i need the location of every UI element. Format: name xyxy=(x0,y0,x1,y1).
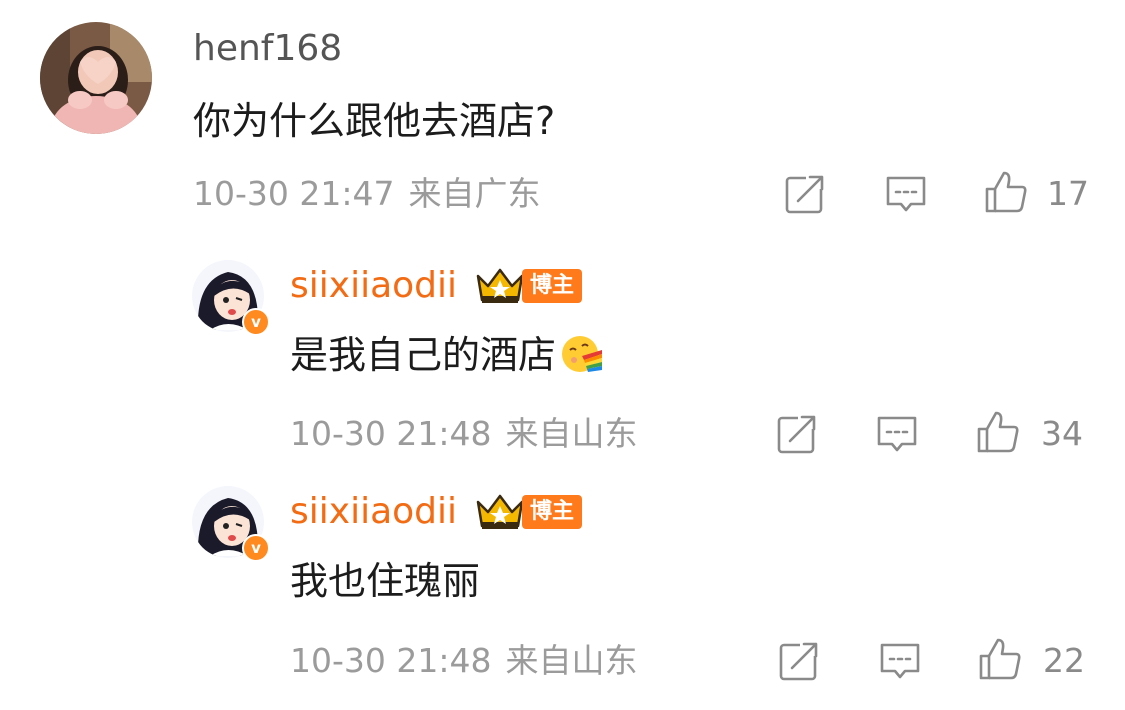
username[interactable]: siixiiaodii xyxy=(290,490,457,534)
avatar[interactable] xyxy=(40,22,152,134)
like-button[interactable] xyxy=(983,169,1029,215)
share-button[interactable] xyxy=(776,638,822,684)
reply-icon xyxy=(886,176,926,212)
share-button[interactable] xyxy=(774,411,820,457)
reply-item: v siixiiaodii 博主 是我自己的酒店 10-30 21:48 来自山… xyxy=(0,240,1125,470)
comment-location: 来自广东 xyxy=(408,174,541,213)
username[interactable]: siixiiaodii xyxy=(290,264,457,308)
thumbs-up-icon xyxy=(977,411,1019,453)
thumbs-up-icon xyxy=(985,171,1027,213)
comment-item: henf168 你为什么跟他去酒店? 10-30 21:47 来自广东 17 xyxy=(0,0,1125,230)
reply-icon xyxy=(880,643,920,679)
comment-time: 10-30 21:48 xyxy=(290,641,492,680)
comment-time: 10-30 21:48 xyxy=(290,414,492,453)
share-icon xyxy=(785,175,824,214)
like-button[interactable] xyxy=(977,636,1023,682)
comment-text: 你为什么跟他去酒店? xyxy=(193,99,556,143)
author-badge-group: 博主 xyxy=(474,492,583,532)
share-button[interactable] xyxy=(782,171,828,217)
comment-location: 来自山东 xyxy=(505,641,638,680)
reply-button[interactable] xyxy=(883,171,929,217)
like-count: 17 xyxy=(1047,174,1089,213)
crown-icon xyxy=(474,492,526,532)
comment-time: 10-30 21:47 xyxy=(193,174,395,213)
reply-icon xyxy=(877,416,917,452)
comment-text: 是我自己的酒店 xyxy=(290,331,604,379)
reply-item: v siixiiaodii 博主 我也住瑰丽 10-30 21:48 来自山东 xyxy=(0,466,1125,710)
avatar[interactable]: v xyxy=(192,486,270,562)
comment-location: 来自山东 xyxy=(505,414,638,453)
comment-meta: 10-30 21:48 来自山东 xyxy=(290,641,637,681)
like-count: 22 xyxy=(1043,641,1085,680)
share-icon xyxy=(779,642,818,681)
comment-meta: 10-30 21:48 来自山东 xyxy=(290,414,637,454)
author-badge-group: 博主 xyxy=(474,266,583,306)
verified-badge: v xyxy=(242,534,270,562)
comment-meta: 10-30 21:47 来自广东 xyxy=(193,174,540,214)
avatar-photo xyxy=(40,22,152,134)
rainbow-vomit-emoji xyxy=(560,332,604,376)
thumbs-up-icon xyxy=(979,638,1021,680)
crown-icon xyxy=(474,266,526,306)
author-badge: 博主 xyxy=(522,495,583,529)
share-icon xyxy=(777,415,816,454)
username[interactable]: henf168 xyxy=(193,27,342,71)
author-badge: 博主 xyxy=(522,269,583,303)
comment-text: 我也住瑰丽 xyxy=(290,559,481,603)
reply-button[interactable] xyxy=(877,638,923,684)
verified-badge: v xyxy=(242,308,270,336)
like-button[interactable] xyxy=(975,409,1021,455)
comment-text-content: 是我自己的酒店 xyxy=(290,333,557,377)
like-count: 34 xyxy=(1041,414,1083,453)
reply-button[interactable] xyxy=(874,411,920,457)
avatar[interactable]: v xyxy=(192,260,270,336)
